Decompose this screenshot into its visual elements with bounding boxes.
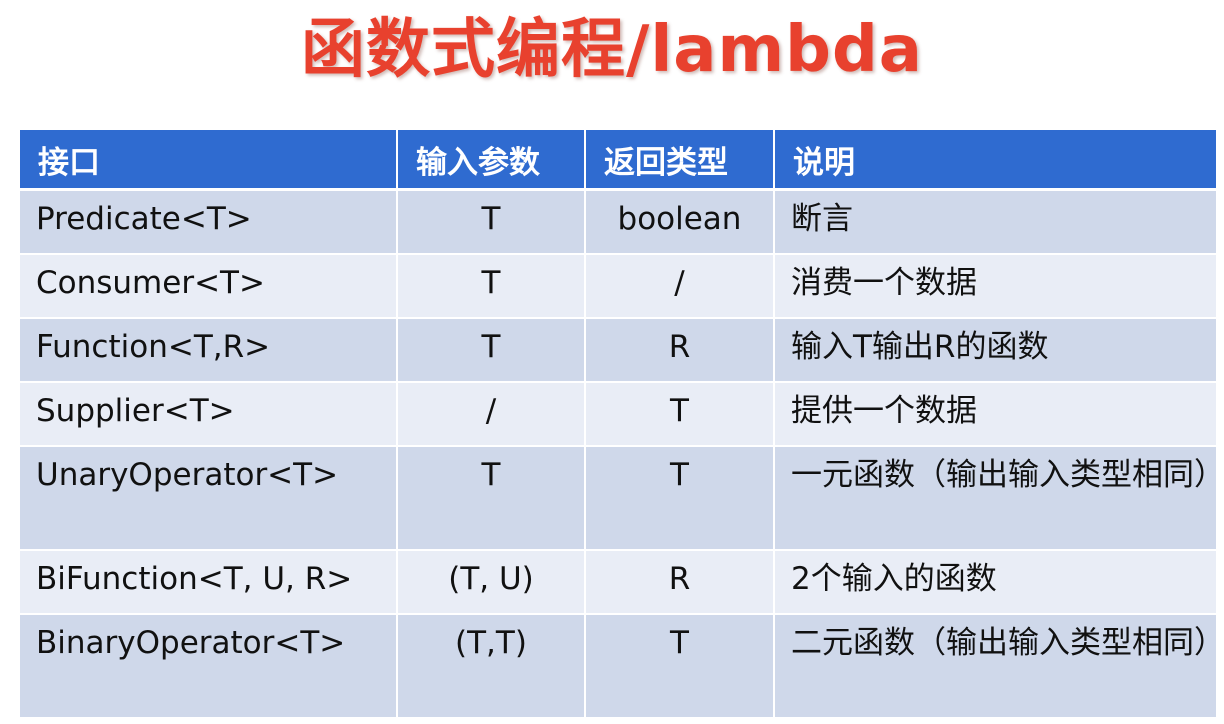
table-row: Predicate<T> T boolean 断言 — [20, 189, 1216, 255]
table-row: Supplier<T> / T 提供一个数据 — [20, 382, 1216, 447]
cell-interface: BiFunction<T, U, R> — [20, 550, 398, 615]
functional-interface-table: 接口 输入参数 返回类型 说明 Predicate<T> T boolean 断… — [20, 130, 1224, 719]
cell-interface: Consumer<T> — [20, 254, 398, 319]
cell-return: R — [585, 550, 775, 615]
cell-return: T — [585, 446, 775, 551]
cell-interface: Supplier<T> — [20, 382, 398, 447]
cell-return: / — [585, 254, 775, 319]
slide-title: 函数式编程/lambda — [301, 13, 923, 87]
table-header-row: 接口 输入参数 返回类型 说明 — [20, 130, 1216, 191]
cell-interface: UnaryOperator<T> — [20, 446, 398, 551]
cell-description: 一元函数（输出输入类型相同） — [774, 446, 1224, 551]
header-return-type: 返回类型 — [585, 130, 775, 191]
cell-description: 提供一个数据 — [774, 382, 1216, 447]
cell-input: T — [397, 318, 586, 383]
header-description: 说明 — [774, 130, 1216, 191]
cell-description: 断言 — [774, 189, 1216, 255]
table-row: Consumer<T> T / 消费一个数据 — [20, 254, 1216, 319]
cell-interface: BinaryOperator<T> — [20, 614, 398, 719]
cell-description: 输入T输出R的函数 — [774, 318, 1216, 383]
interface-table-container: 接口 输入参数 返回类型 说明 Predicate<T> T boolean 断… — [20, 130, 1224, 719]
cell-return: boolean — [585, 189, 775, 255]
cell-return: T — [585, 614, 775, 719]
cell-interface: Function<T,R> — [20, 318, 398, 383]
cell-description: 2个输入的函数 — [774, 550, 1216, 615]
cell-interface: Predicate<T> — [20, 189, 398, 255]
cell-return: T — [585, 382, 775, 447]
cell-return: R — [585, 318, 775, 383]
cell-input: T — [397, 254, 586, 319]
table-row: BinaryOperator<T> (T,T) T 二元函数（输出输入类型相同） — [20, 614, 1224, 719]
header-input-params: 输入参数 — [397, 130, 586, 191]
table-row: Function<T,R> T R 输入T输出R的函数 — [20, 318, 1216, 383]
header-interface: 接口 — [20, 130, 398, 191]
table-row: BiFunction<T, U, R> (T, U) R 2个输入的函数 — [20, 550, 1216, 615]
cell-description: 消费一个数据 — [774, 254, 1216, 319]
cell-description: 二元函数（输出输入类型相同） — [774, 614, 1224, 719]
table-row: UnaryOperator<T> T T 一元函数（输出输入类型相同） — [20, 446, 1224, 551]
cell-input: T — [397, 189, 586, 255]
cell-input: (T, U) — [397, 550, 586, 615]
cell-input: T — [397, 446, 586, 551]
cell-input: / — [397, 382, 586, 447]
cell-input: (T,T) — [397, 614, 586, 719]
